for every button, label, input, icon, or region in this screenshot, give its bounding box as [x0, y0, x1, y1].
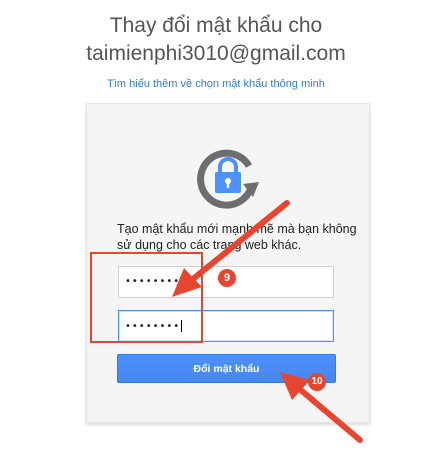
step-badge-9: 9 [218, 269, 236, 287]
step-badge-10: 10 [308, 373, 326, 391]
annotation-overlay [90, 200, 363, 443]
highlight-box [90, 252, 203, 343]
